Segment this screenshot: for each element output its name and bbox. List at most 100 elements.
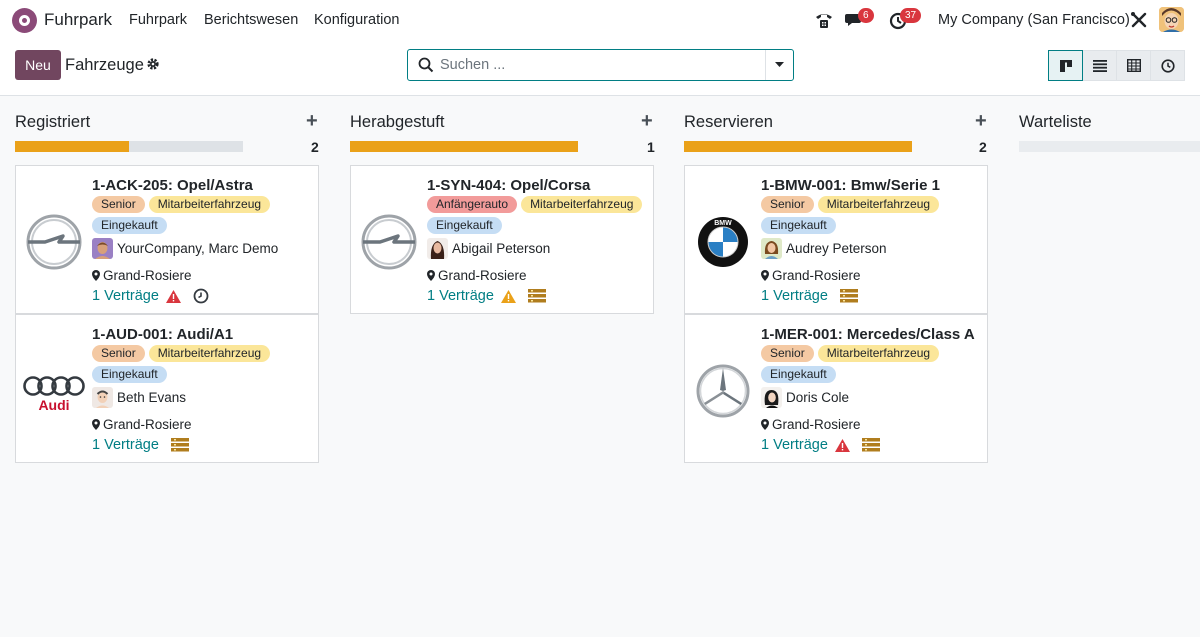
bmw-logo-icon: BMW — [692, 214, 754, 270]
card-title: 1-SYN-404: Opel/Corsa — [427, 177, 591, 194]
tag-mitarbeiterfahrzeug: Mitarbeiterfahrzeug — [148, 345, 271, 362]
map-marker-icon — [92, 419, 100, 430]
warning-red-icon[interactable] — [834, 438, 850, 452]
location-name: Grand-Rosiere — [772, 268, 861, 283]
driver: Audrey Peterson — [761, 238, 887, 259]
tag-eingekauft: Eingekauft — [92, 217, 167, 234]
tag-senior: Senior — [761, 345, 814, 362]
column-progress-bar[interactable] — [1019, 141, 1200, 152]
vehicle-card[interactable]: BMW 1-BMW-001: Bmw/Serie 1 Senior Mitarb… — [684, 165, 988, 314]
vehicle-card[interactable]: 1-SYN-404: Opel/Corsa Anfängerauto Mitar… — [350, 165, 654, 314]
map-marker-icon — [427, 270, 435, 281]
driver-avatar — [761, 238, 782, 259]
location-name: Grand-Rosiere — [103, 417, 192, 432]
tag-senior: Senior — [92, 196, 145, 213]
tag-list: Anfängerauto Mitarbeiterfahrzeug Eingeka… — [427, 196, 652, 234]
vehicle-card[interactable]: 1-ACK-205: Opel/Astra Senior Mitarbeiter… — [15, 165, 319, 314]
location: Grand-Rosiere — [427, 268, 527, 283]
card-title: 1-MER-001: Mercedes/Class A — [761, 326, 975, 343]
driver-avatar — [761, 387, 782, 408]
driver: Beth Evans — [92, 387, 186, 408]
gear-icon[interactable] — [146, 57, 160, 71]
tag-eingekauft: Eingekauft — [761, 217, 836, 234]
tag-list: Senior Mitarbeiterfahrzeug Eingekauft — [92, 345, 317, 383]
tag-eingekauft: Eingekauft — [761, 366, 836, 383]
app-logo-icon[interactable] — [12, 8, 37, 33]
contract-stack-icon[interactable] — [839, 289, 858, 303]
control-panel: Neu Fahrzeuge — [0, 40, 1200, 96]
messages-badge: 6 — [858, 8, 874, 23]
location: Grand-Rosiere — [92, 268, 192, 283]
vehicle-card[interactable]: 1-MER-001: Mercedes/Class A Senior Mitar… — [684, 314, 988, 463]
contracts-link[interactable]: 1 Verträge — [761, 288, 828, 304]
debug-tools-icon[interactable] — [1129, 10, 1149, 30]
tag-anfaengerauto: Anfängerauto — [427, 196, 518, 213]
column-count: 2 — [311, 139, 319, 155]
search-icon — [418, 57, 434, 73]
list-icon — [1092, 59, 1107, 72]
svg-text:Audi: Audi — [38, 397, 69, 413]
warning-orange-icon[interactable] — [500, 289, 516, 303]
driver-name: Audrey Peterson — [786, 241, 887, 256]
driver-name: Abigail Peterson — [452, 241, 551, 256]
contracts: 1 Verträge — [92, 437, 189, 453]
opel-logo-icon — [358, 214, 420, 270]
contracts-link[interactable]: 1 Verträge — [92, 437, 159, 453]
menu-konfiguration[interactable]: Konfiguration — [314, 12, 399, 28]
mercedes-logo-icon — [692, 363, 754, 419]
contract-stack-icon[interactable] — [861, 438, 880, 452]
driver-avatar — [427, 238, 448, 259]
column-title: Warteliste — [1019, 113, 1092, 131]
tag-list: Senior Mitarbeiterfahrzeug Eingekauft — [92, 196, 317, 234]
phone-icon[interactable] — [814, 10, 834, 30]
driver: YourCompany, Marc Demo — [92, 238, 278, 259]
list-view-button[interactable] — [1082, 50, 1117, 81]
user-avatar[interactable] — [1159, 7, 1184, 32]
location: Grand-Rosiere — [92, 417, 192, 432]
kanban-icon — [1059, 59, 1072, 72]
vehicle-card[interactable]: Audi 1-AUD-001: Audi/A1 Senior Mitarbeit… — [15, 314, 319, 463]
driver-avatar — [92, 238, 113, 259]
tag-mitarbeiterfahrzeug: Mitarbeiterfahrzeug — [521, 196, 643, 213]
contract-stack-icon[interactable] — [527, 289, 546, 303]
contract-stack-icon[interactable] — [170, 438, 189, 452]
column-add-button[interactable]: + — [641, 110, 653, 133]
breadcrumb: Fahrzeuge — [65, 56, 144, 74]
column-progress-bar[interactable] — [684, 141, 912, 152]
driver-avatar — [92, 387, 113, 408]
pivot-view-button[interactable] — [1116, 50, 1151, 81]
location: Grand-Rosiere — [761, 417, 861, 432]
contracts-link[interactable]: 1 Verträge — [427, 288, 494, 304]
column-title: Herabgestuft — [350, 113, 445, 131]
location: Grand-Rosiere — [761, 268, 861, 283]
search-options-toggle[interactable] — [765, 50, 793, 80]
table-icon — [1126, 59, 1141, 72]
warning-red-icon[interactable] — [165, 289, 181, 303]
location-name: Grand-Rosiere — [103, 268, 192, 283]
card-title: 1-AUD-001: Audi/A1 — [92, 326, 234, 343]
app-name[interactable]: Fuhrpark — [44, 10, 112, 30]
tag-mitarbeiterfahrzeug: Mitarbeiterfahrzeug — [148, 196, 271, 213]
contracts-link[interactable]: 1 Verträge — [761, 437, 828, 453]
clock-icon[interactable] — [193, 288, 209, 304]
activity-view-button[interactable] — [1150, 50, 1185, 81]
column-title: Reservieren — [684, 113, 773, 131]
svg-text:BMW: BMW — [714, 220, 732, 227]
tag-mitarbeiterfahrzeug: Mitarbeiterfahrzeug — [817, 196, 940, 213]
column-progress-bar[interactable] — [350, 141, 578, 152]
contracts-link[interactable]: 1 Verträge — [92, 288, 159, 304]
column-add-button[interactable]: + — [306, 110, 318, 133]
activities-badge: 37 — [900, 8, 922, 23]
new-button[interactable]: Neu — [15, 50, 61, 80]
column-progress-bar[interactable] — [15, 141, 243, 152]
column-add-button[interactable]: + — [975, 110, 987, 133]
menu-berichtswesen[interactable]: Berichtswesen — [204, 12, 298, 28]
driver-name: Beth Evans — [117, 390, 187, 405]
menu-fuhrpark[interactable]: Fuhrpark — [129, 12, 187, 28]
search-input[interactable] — [440, 51, 760, 79]
tag-list: Senior Mitarbeiterfahrzeug Eingekauft — [761, 345, 986, 383]
company-switcher[interactable]: My Company (San Francisco) — [938, 12, 1130, 28]
kanban-view-button[interactable] — [1048, 50, 1083, 81]
driver-name: YourCompany, Marc Demo — [117, 241, 279, 256]
caret-down-icon — [775, 62, 784, 67]
